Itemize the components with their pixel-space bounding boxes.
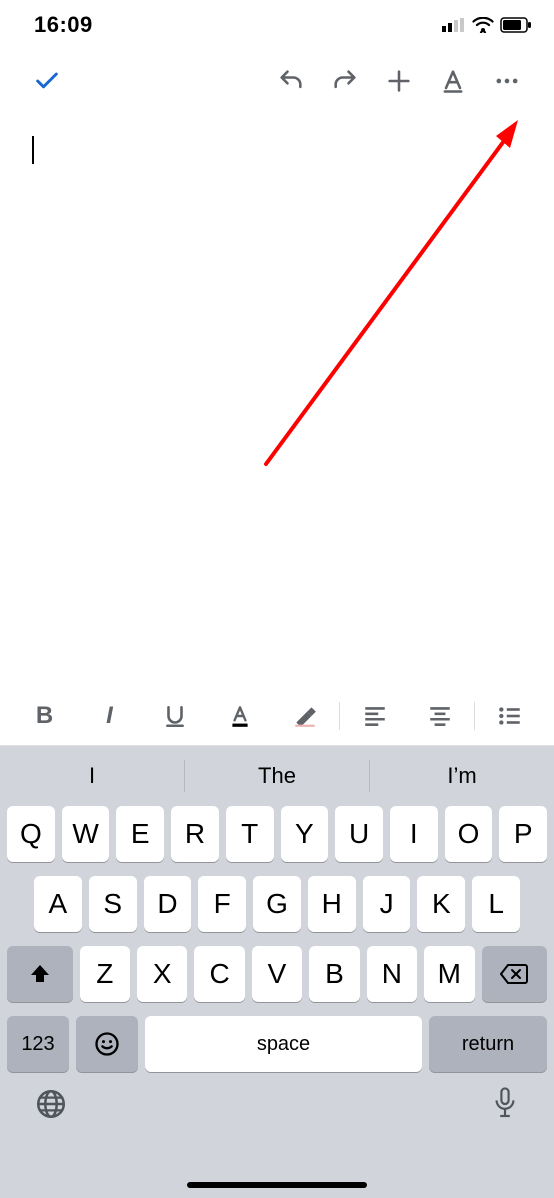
document-body[interactable] [0,112,554,686]
key-y[interactable]: Y [281,806,329,862]
suggestion-3[interactable]: I’m [370,763,554,789]
status-icons [442,17,532,33]
key-row-2: A S D F G H J K L [0,876,554,932]
keyboard-footer [0,1082,554,1136]
dictation-icon[interactable] [490,1086,520,1122]
key-a[interactable]: A [34,876,82,932]
key-x[interactable]: X [137,946,187,1002]
key-f[interactable]: F [198,876,246,932]
suggestion-1[interactable]: I [0,763,184,789]
italic-button[interactable]: I [77,694,142,738]
key-g[interactable]: G [253,876,301,932]
annotation-arrow [260,112,530,472]
app-toolbar [0,50,554,112]
bold-label: B [36,702,53,730]
key-i[interactable]: I [390,806,438,862]
status-time: 16:09 [34,12,93,38]
italic-label: I [106,702,113,730]
wifi-icon [472,17,494,33]
key-q[interactable]: Q [7,806,55,862]
key-s[interactable]: S [89,876,137,932]
key-c[interactable]: C [194,946,244,1002]
more-button[interactable] [480,56,534,106]
keyboard: I The I’m Q W E R T Y U I O P A S D F G … [0,746,554,1198]
format-toolbar: B I [0,686,554,746]
text-format-button[interactable] [426,56,480,106]
home-indicator[interactable] [187,1182,367,1188]
status-bar: 16:09 [0,0,554,50]
key-r[interactable]: R [171,806,219,862]
shift-key[interactable] [7,946,73,1002]
done-button[interactable] [20,56,74,106]
space-key[interactable]: space [145,1016,422,1072]
align-left-button[interactable] [342,694,407,738]
key-n[interactable]: N [367,946,417,1002]
divider [474,702,475,730]
align-center-button[interactable] [407,694,472,738]
undo-button[interactable] [264,56,318,106]
key-e[interactable]: E [116,806,164,862]
battery-icon [500,17,532,33]
emoji-key[interactable] [76,1016,138,1072]
key-row-3: Z X C V B N M [0,946,554,1002]
key-b[interactable]: B [309,946,359,1002]
text-cursor [32,136,34,164]
keyboard-suggestions: I The I’m [0,746,554,806]
cellular-icon [442,18,466,32]
key-d[interactable]: D [144,876,192,932]
text-color-button[interactable] [207,694,272,738]
key-p[interactable]: P [499,806,547,862]
numbers-key[interactable]: 123 [7,1016,69,1072]
key-row-1: Q W E R T Y U I O P [0,806,554,862]
key-l[interactable]: L [472,876,520,932]
backspace-key[interactable] [482,946,548,1002]
bold-button[interactable]: B [12,694,77,738]
bulleted-list-button[interactable] [477,694,542,738]
key-k[interactable]: K [417,876,465,932]
key-u[interactable]: U [335,806,383,862]
key-t[interactable]: T [226,806,274,862]
key-h[interactable]: H [308,876,356,932]
highlight-button[interactable] [272,694,337,738]
key-z[interactable]: Z [80,946,130,1002]
insert-button[interactable] [372,56,426,106]
return-key[interactable]: return [429,1016,547,1072]
key-o[interactable]: O [445,806,493,862]
key-m[interactable]: M [424,946,474,1002]
suggestion-2[interactable]: The [185,763,369,789]
key-v[interactable]: V [252,946,302,1002]
key-w[interactable]: W [62,806,110,862]
redo-button[interactable] [318,56,372,106]
globe-icon[interactable] [34,1087,68,1121]
divider [339,702,340,730]
underline-button[interactable] [142,694,207,738]
key-j[interactable]: J [363,876,411,932]
key-row-4: 123 space return [0,1016,554,1072]
